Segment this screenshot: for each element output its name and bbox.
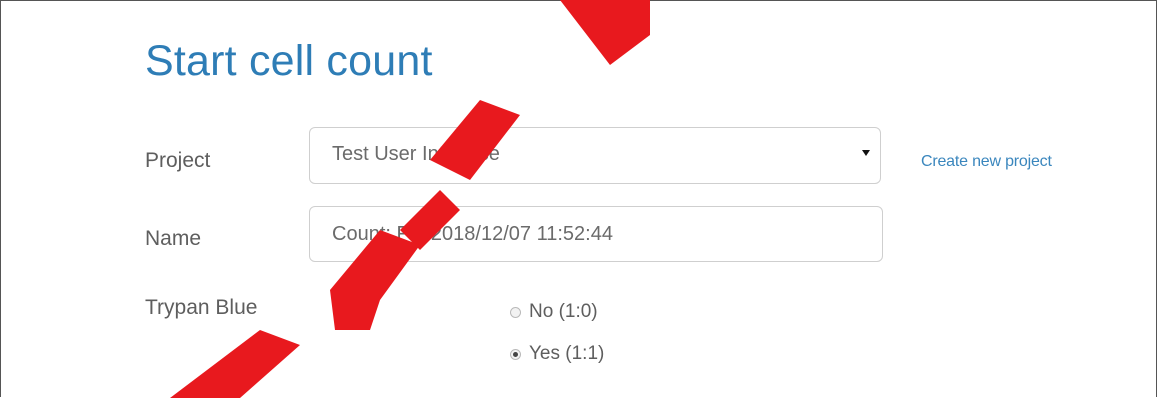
trypan-blue-label: Trypan Blue — [145, 296, 258, 319]
radio-no-icon[interactable] — [510, 306, 521, 318]
trypan-option-no[interactable]: No (1:0) — [510, 301, 598, 323]
trypan-option-no-label: No (1:0) — [529, 301, 598, 322]
form-panel: Start cell count Project Test User Inter… — [0, 0, 1157, 397]
project-label: Project — [145, 149, 211, 172]
project-select[interactable]: Test User Interface — [309, 127, 881, 184]
name-label: Name — [145, 227, 202, 250]
radio-yes-icon[interactable] — [510, 348, 521, 360]
trypan-option-yes[interactable]: Yes (1:1) — [510, 343, 604, 365]
page-title: Start cell count — [145, 37, 433, 85]
trypan-option-yes-label: Yes (1:1) — [529, 343, 605, 364]
create-new-project-link[interactable]: Create new project — [921, 153, 1052, 171]
caret-down-icon — [862, 150, 870, 156]
project-select-value: Test User Interface — [332, 143, 500, 165]
name-input[interactable] — [309, 206, 883, 262]
